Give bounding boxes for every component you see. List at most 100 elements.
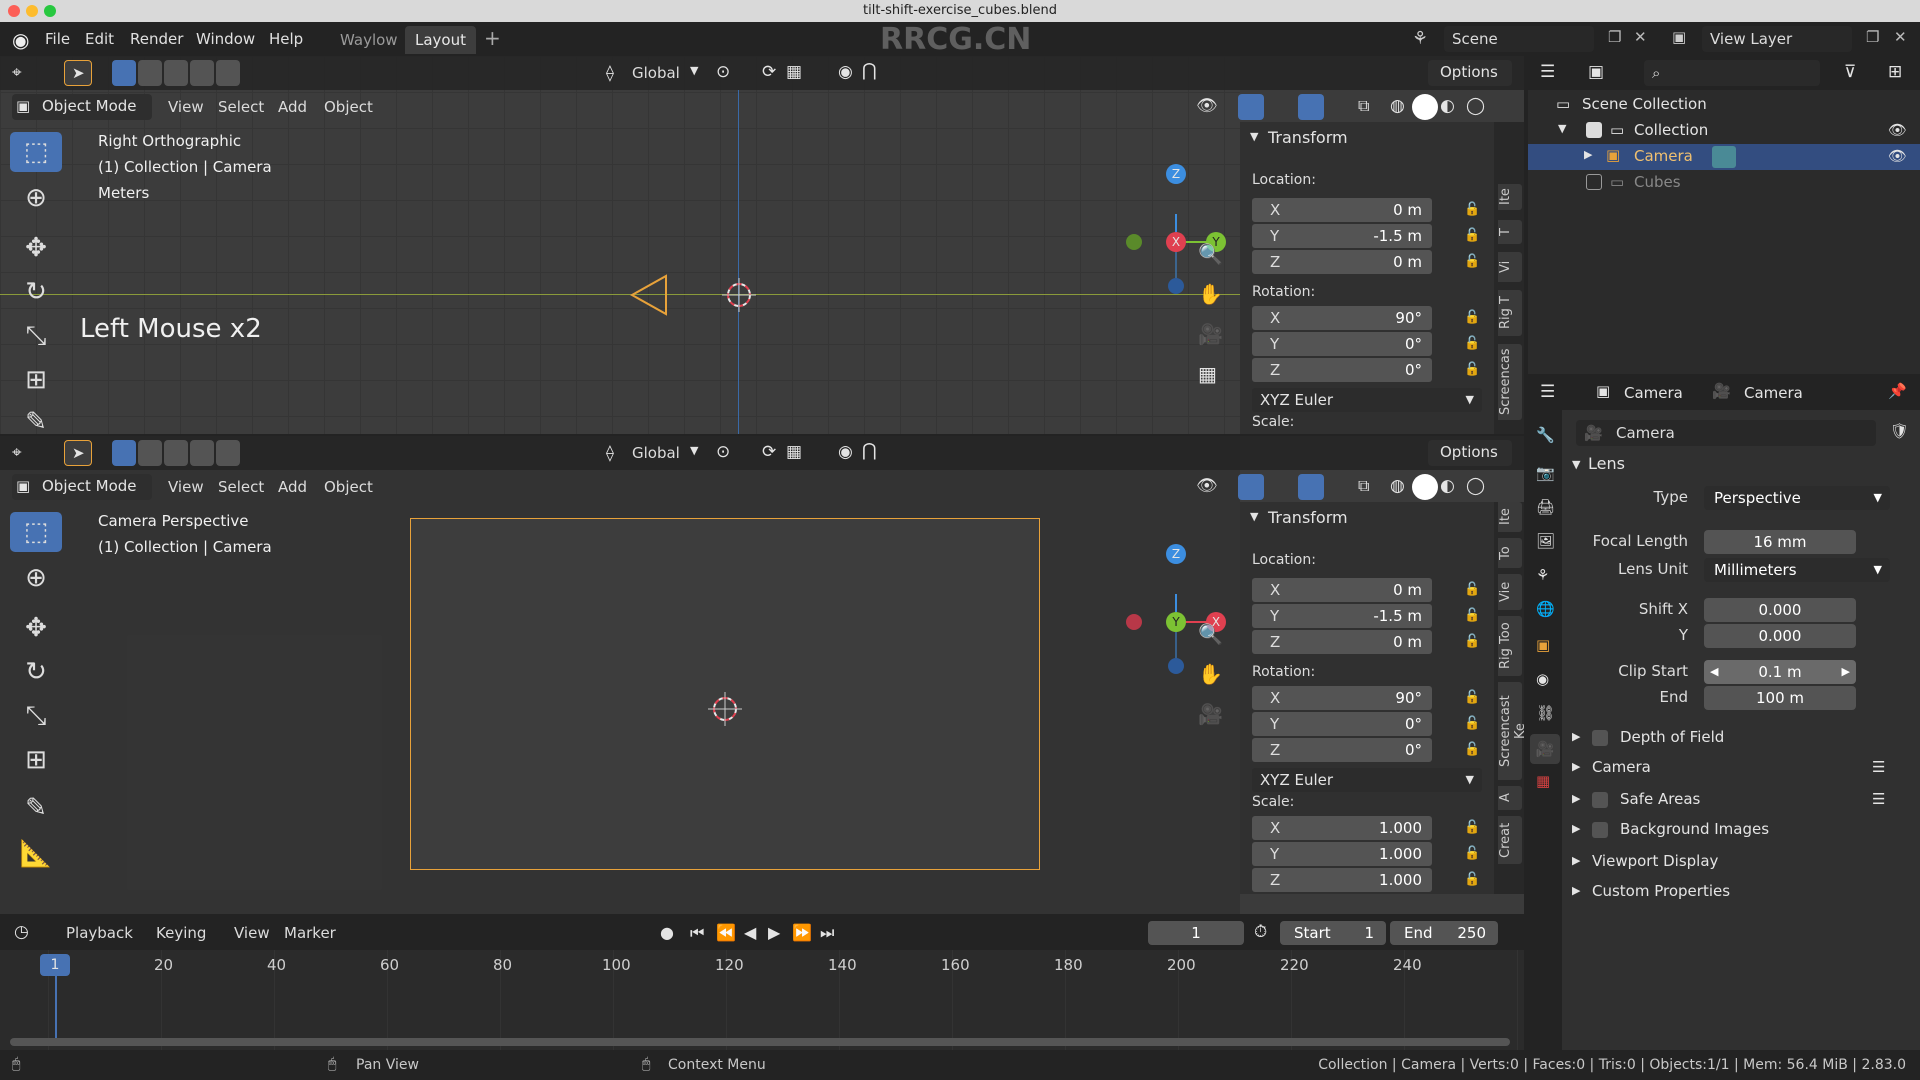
tool-cursor[interactable]: ⊕ [10, 178, 62, 218]
gizmo-x-axis[interactable]: X [1166, 232, 1186, 252]
select-mode-intersect-button[interactable] [190, 440, 214, 466]
tool-move[interactable]: ✥ [10, 228, 62, 268]
tool-select-box[interactable]: ⬚ [10, 132, 62, 172]
object-mode-dropdown[interactable]: ▣ Object Mode [12, 94, 152, 120]
scale-y-field[interactable]: Y 1.000 [1252, 842, 1432, 866]
gizmo-neg-y-axis[interactable] [1126, 234, 1142, 250]
select-mode-subtract-button[interactable] [164, 60, 188, 86]
clip-end-field[interactable]: 100 m [1704, 686, 1856, 710]
lock-icon[interactable]: 🔓 [1464, 634, 1480, 650]
orientation-dropdown[interactable]: Global [632, 444, 680, 462]
world-tab-icon[interactable]: 🌐 [1536, 600, 1555, 618]
constraints-tab-icon[interactable]: ⛓ [1536, 704, 1555, 722]
view-layer-icon[interactable]: ▣ [1672, 28, 1686, 46]
menu-view[interactable]: View [234, 924, 270, 942]
location-y-field[interactable]: Y -1.5 m [1252, 604, 1432, 628]
select-mode-invert-button[interactable] [216, 440, 240, 466]
tab-layout[interactable]: Layout [405, 26, 476, 54]
gizmo-neg-z-axis[interactable] [1168, 658, 1184, 674]
camera-object[interactable] [628, 274, 668, 316]
location-z-field[interactable]: Z 0 m [1252, 250, 1432, 274]
safe-areas-checkbox[interactable] [1592, 792, 1608, 808]
focal-length-field[interactable]: 16 mm [1704, 530, 1856, 554]
tab-tool[interactable]: T [1498, 220, 1522, 244]
editor-type-icon[interactable]: ⌖ [12, 443, 22, 463]
collapse-arrow-icon[interactable]: ▼ [1250, 130, 1258, 143]
rotation-z-field[interactable]: Z 0° [1252, 738, 1432, 762]
location-y-field[interactable]: Y -1.5 m [1252, 224, 1432, 248]
current-frame-field[interactable]: 1 [1148, 921, 1244, 945]
select-mode-new-button[interactable] [112, 60, 136, 86]
zoom-icon[interactable]: 🔍 [1198, 622, 1223, 646]
3d-cursor-icon[interactable] [708, 692, 742, 726]
tab-rig-tools[interactable]: Rig Too [1498, 616, 1522, 676]
menu-view[interactable]: View [168, 98, 204, 116]
end-frame-field[interactable]: End 250 [1390, 921, 1498, 945]
camera-datablock-field[interactable]: 🎥 Camera [1576, 420, 1876, 446]
play-icon[interactable]: ▶ [768, 923, 780, 942]
tab-view[interactable]: Vie [1498, 574, 1522, 610]
lock-icon[interactable]: 🔓 [1464, 872, 1480, 888]
orientation-dropdown[interactable]: Global [632, 64, 680, 82]
tab-tool[interactable]: To [1498, 538, 1522, 568]
lock-icon[interactable]: 🔓 [1464, 228, 1480, 244]
visibility-eye-icon[interactable]: 👁 [1196, 96, 1218, 116]
xray-icon[interactable]: ⧉ [1358, 96, 1369, 116]
outliner-row-camera[interactable]: ▶ ▣ Camera 👁 [1528, 144, 1920, 170]
falloff-icon[interactable]: ⋂ [862, 60, 877, 81]
gizmo-z-axis[interactable]: Z [1166, 164, 1186, 184]
menu-object[interactable]: Object [324, 98, 373, 116]
timeline-scrollbar[interactable] [10, 1038, 1510, 1046]
location-x-field[interactable]: X 0 m [1252, 198, 1432, 222]
snap-icon[interactable]: ⟳ [762, 442, 776, 462]
tab-view[interactable]: Vi [1498, 252, 1522, 282]
gizmo-y-axis[interactable]: Y [1166, 612, 1186, 632]
new-view-layer-icon[interactable]: ❐ [1866, 28, 1879, 46]
preview-range-icon[interactable]: ⏱ [1254, 922, 1267, 942]
pan-hand-icon[interactable]: ✋ [1198, 662, 1223, 686]
jump-start-icon[interactable]: ⏮ [690, 923, 704, 943]
collapse-arrow-icon[interactable]: ▼ [1250, 510, 1258, 523]
start-frame-field[interactable]: Start 1 [1280, 921, 1386, 945]
render-tab-icon[interactable]: 📷 [1536, 464, 1555, 482]
object-tab-icon[interactable]: ▣ [1536, 636, 1550, 654]
rotation-y-field[interactable]: Y 0° [1252, 712, 1432, 736]
lock-icon[interactable]: 🔓 [1464, 336, 1480, 352]
tool-measure[interactable]: 📐 [10, 834, 62, 874]
wireframe-shading-icon[interactable]: ◍ [1390, 476, 1405, 496]
lock-icon[interactable]: 🔓 [1464, 582, 1480, 598]
tool-scale[interactable]: ⤡ [10, 316, 62, 356]
tool-transform[interactable]: ⊞ [10, 360, 62, 400]
exclude-checkbox[interactable] [1586, 122, 1602, 138]
scene-field[interactable]: Scene [1444, 26, 1594, 52]
scale-z-field[interactable]: Z 1.000 [1252, 868, 1432, 892]
tab-create[interactable]: Creat [1498, 816, 1522, 864]
gizmo-toggle-button[interactable] [1238, 94, 1264, 120]
shift-y-field[interactable]: 0.000 [1704, 624, 1856, 648]
shield-icon[interactable]: 🛡 [1890, 422, 1909, 440]
menu-select[interactable]: Select [218, 478, 264, 496]
expand-arrow-icon[interactable]: ▼ [1558, 122, 1566, 135]
solid-shading-button[interactable] [1412, 474, 1438, 500]
gizmo-neg-z-axis[interactable] [1168, 278, 1184, 294]
options-button[interactable]: Options [1428, 440, 1512, 466]
tab-screencast[interactable]: Screencas [1498, 344, 1522, 420]
viewport-top[interactable]: ⌖ ➤ ⟠ Global ▼ ⊙ ⟳ ▦ ◉ ⋂ Options ▣ Objec… [0, 56, 1524, 434]
tool-annotate[interactable]: ✎ [10, 788, 62, 828]
lock-icon[interactable]: 🔓 [1464, 690, 1480, 706]
properties-editor-icon[interactable]: ☰ [1540, 382, 1555, 402]
pan-hand-icon[interactable]: ✋ [1198, 282, 1223, 306]
wireframe-shading-icon[interactable]: ◍ [1390, 96, 1405, 116]
zoom-icon[interactable]: 🔍 [1198, 242, 1223, 266]
menu-playback[interactable]: Playback [66, 924, 133, 942]
exclude-checkbox[interactable] [1586, 174, 1602, 190]
menu-keying[interactable]: Keying [156, 924, 206, 942]
overlay-toggle-button[interactable] [1298, 94, 1324, 120]
menu-window[interactable]: Window [196, 30, 255, 48]
section-safe-areas[interactable]: ▶ Safe Areas ☰ [1568, 788, 1908, 814]
outliner-editor-icon[interactable]: ☰ [1540, 62, 1555, 82]
material-shading-icon[interactable]: ◐ [1440, 476, 1455, 496]
menu-marker[interactable]: Marker [284, 924, 336, 942]
new-scene-icon[interactable]: ❐ [1608, 28, 1621, 46]
tool-scale[interactable]: ⤡ [10, 696, 62, 736]
